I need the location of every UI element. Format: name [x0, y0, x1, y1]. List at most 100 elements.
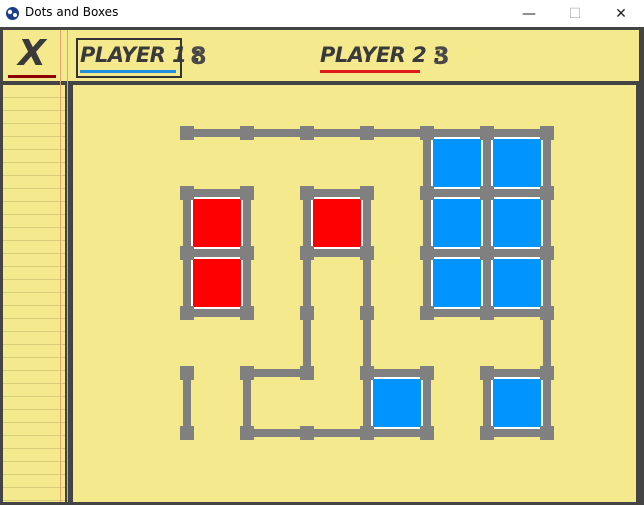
- grid-dot: [480, 246, 494, 260]
- vertical-line[interactable]: [183, 373, 191, 433]
- horizontal-line[interactable]: [247, 129, 307, 137]
- grid-dot: [420, 426, 434, 440]
- grid-dot: [300, 186, 314, 200]
- vertical-line[interactable]: [423, 373, 431, 433]
- vertical-line[interactable]: [243, 253, 251, 313]
- grid-dot: [420, 306, 434, 320]
- vertical-line[interactable]: [423, 253, 431, 313]
- horizontal-line[interactable]: [247, 429, 307, 437]
- grid-dot: [300, 426, 314, 440]
- grid-dot: [180, 426, 194, 440]
- grid-dot: [240, 306, 254, 320]
- player1-box: [433, 199, 481, 247]
- grid-dot: [180, 246, 194, 260]
- vertical-line[interactable]: [423, 193, 431, 253]
- vertical-line[interactable]: [543, 133, 551, 193]
- grid-dot: [540, 246, 554, 260]
- grid-dot: [360, 306, 374, 320]
- vertical-line[interactable]: [183, 193, 191, 253]
- grid-dot: [360, 186, 374, 200]
- grid-dot: [360, 246, 374, 260]
- grid-dot: [540, 366, 554, 380]
- vertical-line[interactable]: [483, 253, 491, 313]
- grid-dot: [360, 426, 374, 440]
- vertical-line[interactable]: [543, 313, 551, 373]
- horizontal-line[interactable]: [307, 249, 367, 257]
- player1-box: [433, 139, 481, 187]
- horizontal-line[interactable]: [367, 129, 427, 137]
- grid-dot: [420, 366, 434, 380]
- vertical-line[interactable]: [303, 193, 311, 253]
- horizontal-line[interactable]: [307, 429, 367, 437]
- grid-dot: [240, 366, 254, 380]
- grid-dot: [240, 186, 254, 200]
- vertical-line[interactable]: [423, 133, 431, 193]
- grid-dot: [300, 246, 314, 260]
- grid-dot: [300, 306, 314, 320]
- grid-dot: [540, 306, 554, 320]
- vertical-line[interactable]: [543, 373, 551, 433]
- dots-grid[interactable]: [0, 0, 644, 505]
- vertical-line[interactable]: [363, 193, 371, 253]
- grid-dot: [480, 426, 494, 440]
- grid-dot: [240, 126, 254, 140]
- horizontal-line[interactable]: [307, 129, 367, 137]
- horizontal-line[interactable]: [307, 189, 367, 197]
- vertical-line[interactable]: [303, 253, 311, 313]
- vertical-line[interactable]: [303, 313, 311, 373]
- grid-dot: [180, 306, 194, 320]
- horizontal-line[interactable]: [487, 429, 547, 437]
- vertical-line[interactable]: [183, 253, 191, 313]
- grid-dot: [180, 366, 194, 380]
- horizontal-line[interactable]: [247, 369, 307, 377]
- horizontal-line[interactable]: [487, 309, 547, 317]
- vertical-line[interactable]: [543, 253, 551, 313]
- grid-dot: [180, 126, 194, 140]
- horizontal-line[interactable]: [427, 309, 487, 317]
- grid-dot: [540, 426, 554, 440]
- grid-dot: [480, 366, 494, 380]
- grid-dot: [240, 426, 254, 440]
- vertical-line[interactable]: [363, 373, 371, 433]
- horizontal-line[interactable]: [487, 129, 547, 137]
- horizontal-line[interactable]: [367, 369, 427, 377]
- player1-box: [493, 139, 541, 187]
- grid-dot: [480, 126, 494, 140]
- horizontal-line[interactable]: [427, 129, 487, 137]
- horizontal-line[interactable]: [427, 249, 487, 257]
- vertical-line[interactable]: [363, 313, 371, 373]
- player2-box: [313, 199, 361, 247]
- grid-dot: [480, 186, 494, 200]
- player1-box: [493, 259, 541, 307]
- horizontal-line[interactable]: [367, 429, 427, 437]
- horizontal-line[interactable]: [187, 129, 247, 137]
- vertical-line[interactable]: [243, 193, 251, 253]
- player1-box: [493, 379, 541, 427]
- grid-dot: [420, 246, 434, 260]
- grid-dot: [540, 126, 554, 140]
- horizontal-line[interactable]: [187, 189, 247, 197]
- player2-box: [193, 199, 241, 247]
- horizontal-line[interactable]: [187, 249, 247, 257]
- grid-dot: [180, 186, 194, 200]
- vertical-line[interactable]: [543, 193, 551, 253]
- vertical-line[interactable]: [243, 373, 251, 433]
- horizontal-line[interactable]: [427, 189, 487, 197]
- horizontal-line[interactable]: [487, 249, 547, 257]
- grid-dot: [540, 186, 554, 200]
- vertical-line[interactable]: [483, 133, 491, 193]
- horizontal-line[interactable]: [487, 369, 547, 377]
- grid-dot: [420, 126, 434, 140]
- horizontal-line[interactable]: [487, 189, 547, 197]
- horizontal-line[interactable]: [187, 309, 247, 317]
- vertical-line[interactable]: [363, 253, 371, 313]
- vertical-line[interactable]: [483, 373, 491, 433]
- grid-dot: [480, 306, 494, 320]
- vertical-line[interactable]: [483, 193, 491, 253]
- grid-dot: [360, 366, 374, 380]
- grid-dot: [300, 126, 314, 140]
- player1-box: [373, 379, 421, 427]
- grid-dot: [240, 246, 254, 260]
- player2-box: [193, 259, 241, 307]
- grid-dot: [300, 366, 314, 380]
